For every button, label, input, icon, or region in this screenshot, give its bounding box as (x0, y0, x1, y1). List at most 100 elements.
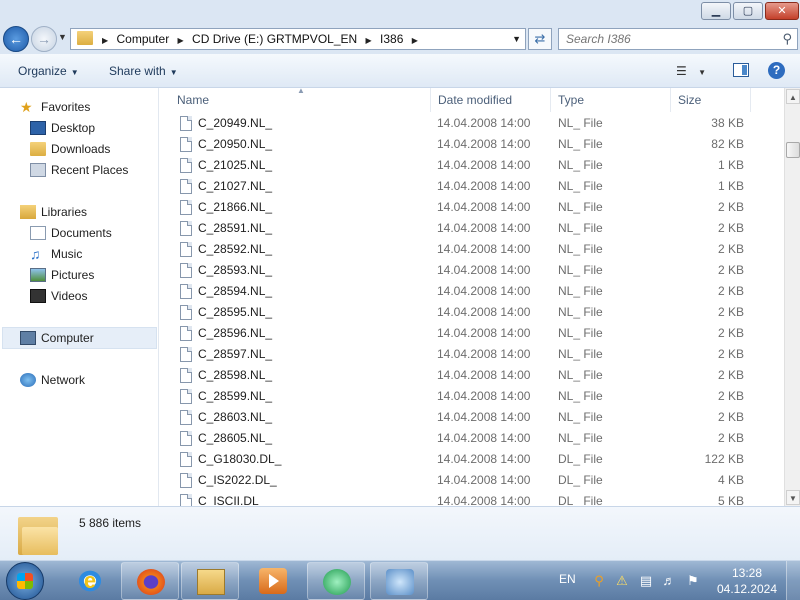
column-header-type[interactable]: Type (551, 88, 671, 112)
chevron-down-icon[interactable]: ▼ (512, 34, 521, 44)
share-with-menu[interactable]: Share with ▼ (109, 64, 178, 78)
volume-tray-icon[interactable]: ♬ (661, 573, 677, 589)
taskbar-network-app[interactable] (370, 562, 428, 600)
nav-downloads-label: Downloads (51, 142, 111, 156)
nav-network[interactable]: Network (20, 370, 85, 390)
taskbar-windows-explorer[interactable] (181, 562, 239, 600)
nav-documents[interactable]: Documents (30, 223, 112, 243)
file-icon (180, 305, 192, 320)
breadcrumb-separator-icon[interactable]: ▶ (102, 36, 108, 45)
nav-favorites[interactable]: ★ Favorites (20, 97, 90, 117)
taskbar-active-app[interactable] (307, 562, 365, 600)
breadcrumb-computer[interactable]: Computer (117, 32, 170, 46)
search-input[interactable] (559, 29, 769, 49)
nav-music[interactable]: ♫ Music (30, 244, 82, 264)
search-tray-icon[interactable]: ⚲ (591, 573, 607, 589)
file-row[interactable]: C_28591.NL_ 14.04.2008 14:00 NL_ File 2 KB (159, 218, 779, 239)
details-pane: 5 886 items (0, 506, 800, 560)
help-button[interactable]: ? (768, 62, 785, 79)
system-clock[interactable]: 13:28 04.12.2024 (712, 565, 782, 597)
breadcrumb-cd-drive[interactable]: CD Drive (E:) GRTMPVOL_EN (192, 32, 357, 46)
file-row[interactable]: C_20949.NL_ 14.04.2008 14:00 NL_ File 38 KB (159, 113, 779, 134)
maximize-button[interactable]: ▢ (733, 2, 763, 20)
nav-downloads[interactable]: Downloads (30, 139, 110, 159)
show-desktop-button[interactable] (786, 561, 800, 600)
file-size: 2 KB (717, 410, 744, 424)
file-row[interactable]: C_IS2022.DL_ 14.04.2008 14:00 DL_ File 4 KB (159, 470, 779, 491)
file-row[interactable]: C_28603.NL_ 14.04.2008 14:00 NL_ File 2 KB (159, 407, 779, 428)
file-icon (180, 158, 192, 173)
file-icon (180, 284, 192, 299)
file-row[interactable]: C_21866.NL_ 14.04.2008 14:00 NL_ File 2 KB (159, 197, 779, 218)
scrollbar-thumb[interactable] (786, 142, 800, 158)
file-row[interactable]: C_28598.NL_ 14.04.2008 14:00 NL_ File 2 KB (159, 365, 779, 386)
network-tray-icon[interactable]: ▤ (638, 573, 654, 589)
nav-videos[interactable]: Videos (30, 286, 87, 306)
warning-tray-icon[interactable]: ⚠ (614, 573, 630, 589)
preview-pane-button[interactable] (733, 63, 749, 77)
scroll-down-icon[interactable]: ▼ (786, 490, 800, 505)
file-name: C_28597.NL_ (198, 347, 273, 361)
file-row[interactable]: C_28599.NL_ 14.04.2008 14:00 NL_ File 2 KB (159, 386, 779, 407)
nav-computer[interactable]: Computer (20, 328, 94, 348)
scroll-up-icon[interactable]: ▲ (786, 89, 800, 104)
search-box[interactable]: ⚲ (558, 28, 798, 50)
file-row[interactable]: C_28594.NL_ 14.04.2008 14:00 NL_ File 2 KB (159, 281, 779, 302)
recent-places-icon (30, 162, 46, 177)
globe-app-icon (323, 569, 351, 595)
refresh-button[interactable]: ⇄ (528, 28, 552, 50)
file-row[interactable]: C_21027.NL_ 14.04.2008 14:00 NL_ File 1 KB (159, 176, 779, 197)
forward-button[interactable]: → (31, 26, 57, 52)
file-row[interactable]: C_20950.NL_ 14.04.2008 14:00 NL_ File 82 KB (159, 134, 779, 155)
search-icon[interactable]: ⚲ (782, 31, 792, 47)
column-header-date-label: Date modified (438, 93, 513, 107)
star-icon: ★ (20, 98, 33, 115)
column-header-size[interactable]: Size (671, 88, 751, 112)
change-view-button[interactable]: ☰ ▼ (676, 64, 706, 78)
file-row[interactable]: C_28597.NL_ 14.04.2008 14:00 NL_ File 2 KB (159, 344, 779, 365)
file-row[interactable]: C_ISCII.DL_ 14.04.2008 14:00 DL_ File 5 KB (159, 491, 779, 506)
nav-videos-label: Videos (51, 289, 88, 303)
start-button[interactable] (6, 562, 44, 600)
nav-libraries[interactable]: Libraries (20, 202, 87, 222)
file-row[interactable]: C_28605.NL_ 14.04.2008 14:00 NL_ File 2 KB (159, 428, 779, 449)
language-indicator[interactable]: EN (559, 572, 576, 586)
downloads-folder-icon (30, 141, 46, 156)
file-date-modified: 14.04.2008 14:00 (437, 473, 531, 487)
file-row[interactable]: C_21025.NL_ 14.04.2008 14:00 NL_ File 1 KB (159, 155, 779, 176)
taskbar-internet-explorer[interactable]: e (61, 562, 119, 600)
firefox-icon (137, 569, 165, 595)
breadcrumb-i386[interactable]: I386 (380, 32, 403, 46)
file-icon (180, 410, 192, 425)
minimize-button[interactable]: ▁ (701, 2, 731, 20)
breadcrumb-separator-icon[interactable]: ▶ (366, 36, 372, 45)
column-header-name[interactable]: ▲ Name (159, 88, 431, 112)
file-type: NL_ File (558, 389, 603, 403)
nav-network-label: Network (41, 373, 86, 387)
file-icon (180, 263, 192, 278)
file-row[interactable]: C_28595.NL_ 14.04.2008 14:00 NL_ File 2 KB (159, 302, 779, 323)
back-button[interactable]: ← (3, 26, 29, 52)
file-row[interactable]: C_28592.NL_ 14.04.2008 14:00 NL_ File 2 KB (159, 239, 779, 260)
address-bar[interactable]: ▶ Computer ▶ CD Drive (E:) GRTMPVOL_EN ▶… (70, 28, 526, 50)
nav-desktop[interactable]: Desktop (30, 118, 95, 138)
file-row[interactable]: C_28596.NL_ 14.04.2008 14:00 NL_ File 2 KB (159, 323, 779, 344)
close-button[interactable]: ✕ (765, 2, 799, 20)
nav-recent-places[interactable]: Recent Places (30, 160, 128, 180)
media-player-icon (259, 568, 287, 594)
file-icon (180, 494, 192, 506)
breadcrumb-separator-icon[interactable]: ▶ (412, 36, 418, 45)
vertical-scrollbar[interactable]: ▲ ▼ (784, 88, 800, 506)
file-row[interactable]: C_G18030.DL_ 14.04.2008 14:00 DL_ File 122 … (159, 449, 779, 470)
computer-icon (20, 330, 36, 345)
file-row[interactable]: C_28593.NL_ 14.04.2008 14:00 NL_ File 2 KB (159, 260, 779, 281)
organize-menu[interactable]: Organize ▼ (18, 64, 79, 78)
column-header-date[interactable]: Date modified (431, 88, 551, 112)
taskbar-firefox[interactable] (121, 562, 179, 600)
flag-tray-icon[interactable]: ⚑ (685, 573, 701, 589)
taskbar-media-player[interactable] (244, 562, 302, 600)
desktop-icon (30, 120, 46, 135)
recent-pages-dropdown[interactable]: ▼ (58, 32, 67, 42)
breadcrumb-separator-icon[interactable]: ▶ (178, 36, 184, 45)
nav-pictures[interactable]: Pictures (30, 265, 94, 285)
